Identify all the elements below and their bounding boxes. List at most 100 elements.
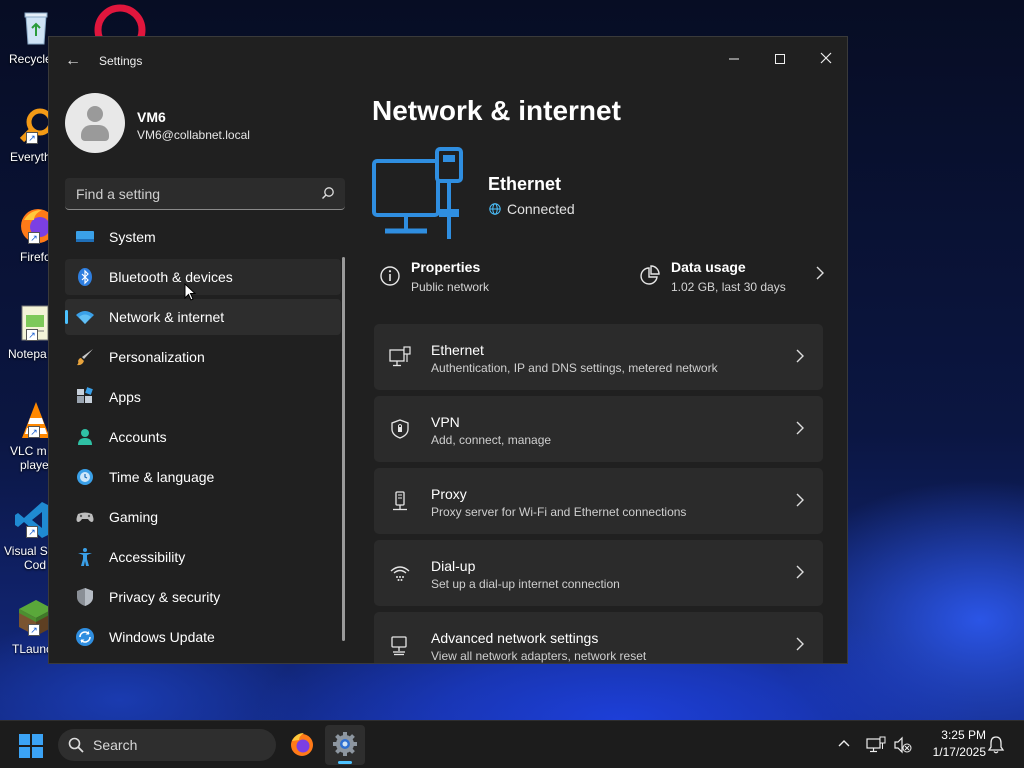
card-subtitle: Add, connect, manage <box>431 433 552 447</box>
sidebar-item-gaming[interactable]: Gaming <box>65 499 341 535</box>
avatar-head-shape <box>87 106 103 122</box>
chevron-up-icon[interactable] <box>836 735 852 751</box>
desktop-icon-label-line2: playe <box>20 458 49 472</box>
notification-bell-icon[interactable] <box>987 735 1005 755</box>
close-button[interactable] <box>803 43 847 75</box>
avatar[interactable] <box>65 93 125 153</box>
card-subtitle: Proxy server for Wi-Fi and Ethernet conn… <box>431 505 687 519</box>
sidebar-item-network[interactable]: Network & internet <box>65 299 341 335</box>
wifi-icon <box>76 311 94 324</box>
card-title: Advanced network settings <box>431 630 599 646</box>
sidebar-item-accessibility[interactable]: Accessibility <box>65 539 341 575</box>
maximize-icon <box>775 54 785 64</box>
properties-link[interactable]: Properties Public network <box>379 255 579 299</box>
desktop-background: Recycle ↗ Everyth ↗ Firefo ↗ Notepa ↗ VL… <box>0 0 1024 720</box>
vpn-shield-icon <box>391 419 409 439</box>
dialup-icon <box>390 566 410 581</box>
desktop-icon-label-line2: Cod <box>24 558 47 572</box>
sidebar-item-accounts[interactable]: Accounts <box>65 419 341 455</box>
title-bar[interactable]: ← Settings <box>49 37 847 85</box>
data-usage-subtitle: 1.02 GB, last 30 days <box>671 280 786 294</box>
apps-icon <box>77 387 93 403</box>
card-title: Proxy <box>431 486 467 502</box>
ethernet-icon <box>389 346 411 367</box>
connection-status: Connected <box>489 201 575 217</box>
chevron-right-icon <box>796 421 804 435</box>
sidebar-item-label: Accounts <box>109 429 167 445</box>
shortcut-arrow-icon: ↗ <box>26 329 38 341</box>
ethernet-hero-icon <box>372 147 463 239</box>
close-icon <box>820 52 832 64</box>
sidebar-item-label: Gaming <box>109 509 159 525</box>
windows-start-icon[interactable] <box>18 733 44 759</box>
connection-status-text: Connected <box>507 201 575 217</box>
firefox-taskbar-icon[interactable] <box>284 727 320 763</box>
window-title: Settings <box>99 54 143 68</box>
advanced-network-card[interactable]: Advanced network settings View all netwo… <box>374 612 823 663</box>
gamepad-icon <box>76 512 94 522</box>
sidebar-scrollbar[interactable] <box>342 257 345 641</box>
chevron-right-icon <box>796 493 804 507</box>
sidebar-item-label: Time & language <box>109 469 215 485</box>
minimize-icon <box>729 58 739 60</box>
back-button[interactable]: ← <box>63 51 83 71</box>
settings-taskbar-button[interactable] <box>325 725 365 765</box>
shortcut-arrow-icon: ↗ <box>28 232 40 244</box>
search-icon <box>68 737 84 753</box>
user-name: VM6 <box>137 109 166 125</box>
shortcut-arrow-icon: ↗ <box>28 624 40 636</box>
sidebar-item-label: Accessibility <box>109 549 186 565</box>
network-tray-icon[interactable] <box>866 735 886 755</box>
clock-date: 1/17/2025 <box>932 745 986 759</box>
sidebar-item-privacy[interactable]: Privacy & security <box>65 579 341 615</box>
accessibility-icon <box>78 548 92 566</box>
volume-muted-icon[interactable] <box>893 735 913 755</box>
find-setting-search[interactable] <box>65 178 345 210</box>
desktop-icon-label-line1: VLC m <box>10 444 47 458</box>
sidebar-item-label: System <box>109 229 156 245</box>
taskbar-search[interactable]: Search <box>58 729 276 761</box>
sidebar-item-system[interactable]: System <box>65 219 341 255</box>
sidebar-item-label: Network & internet <box>109 309 225 325</box>
active-app-indicator <box>338 761 352 764</box>
info-icon <box>380 266 400 286</box>
sidebar-item-windows-update[interactable]: Windows Update <box>65 619 341 655</box>
avatar-body-shape <box>81 125 109 141</box>
search-icon[interactable] <box>321 186 335 200</box>
gear-icon <box>333 732 357 756</box>
maximize-button[interactable] <box>757 43 803 75</box>
mouse-cursor-icon <box>184 283 196 301</box>
card-title: Dial-up <box>431 558 476 574</box>
page-title: Network & internet <box>372 95 621 126</box>
sidebar-item-bluetooth[interactable]: Bluetooth & devices <box>65 259 341 295</box>
taskbar: Search 3:25 PM 1/17/2025 <box>0 720 1024 768</box>
sidebar-item-personalization[interactable]: Personalization <box>65 339 341 375</box>
minimize-button[interactable] <box>711 43 757 75</box>
vpn-card[interactable]: VPN Add, connect, manage <box>374 396 823 462</box>
sidebar-item-label: Apps <box>109 389 141 405</box>
user-email: VM6@collabnet.local <box>137 128 250 142</box>
shortcut-arrow-icon: ↗ <box>28 426 40 438</box>
card-title: VPN <box>431 414 460 430</box>
sidebar-item-time-language[interactable]: Time & language <box>65 459 341 495</box>
search-input[interactable] <box>65 178 315 209</box>
settings-cards-list: Ethernet Authentication, IP and DNS sett… <box>374 324 823 663</box>
sidebar-item-label: Bluetooth & devices <box>109 269 233 285</box>
system-display-icon <box>76 231 94 242</box>
desktop-icon-label-line1: Visual St <box>4 544 52 558</box>
sidebar-nav: System Bluetooth & devices Network & int… <box>65 219 341 659</box>
sidebar-item-apps[interactable]: Apps <box>65 379 341 415</box>
accounts-icon <box>78 429 92 445</box>
ethernet-card[interactable]: Ethernet Authentication, IP and DNS sett… <box>374 324 823 390</box>
chevron-right-icon <box>796 637 804 651</box>
data-usage-pie-icon <box>640 265 660 285</box>
system-clock[interactable]: 3:25 PM 1/17/2025 <box>920 727 986 761</box>
data-usage-link[interactable]: Data usage 1.02 GB, last 30 days <box>639 255 825 299</box>
proxy-card[interactable]: Proxy Proxy server for Wi-Fi and Etherne… <box>374 468 823 534</box>
dialup-card[interactable]: Dial-up Set up a dial-up internet connec… <box>374 540 823 606</box>
card-subtitle: Set up a dial-up internet connection <box>431 577 620 591</box>
properties-subtitle: Public network <box>411 280 490 294</box>
selection-indicator <box>65 310 68 324</box>
globe-icon <box>489 203 501 215</box>
proxy-icon <box>393 491 407 511</box>
